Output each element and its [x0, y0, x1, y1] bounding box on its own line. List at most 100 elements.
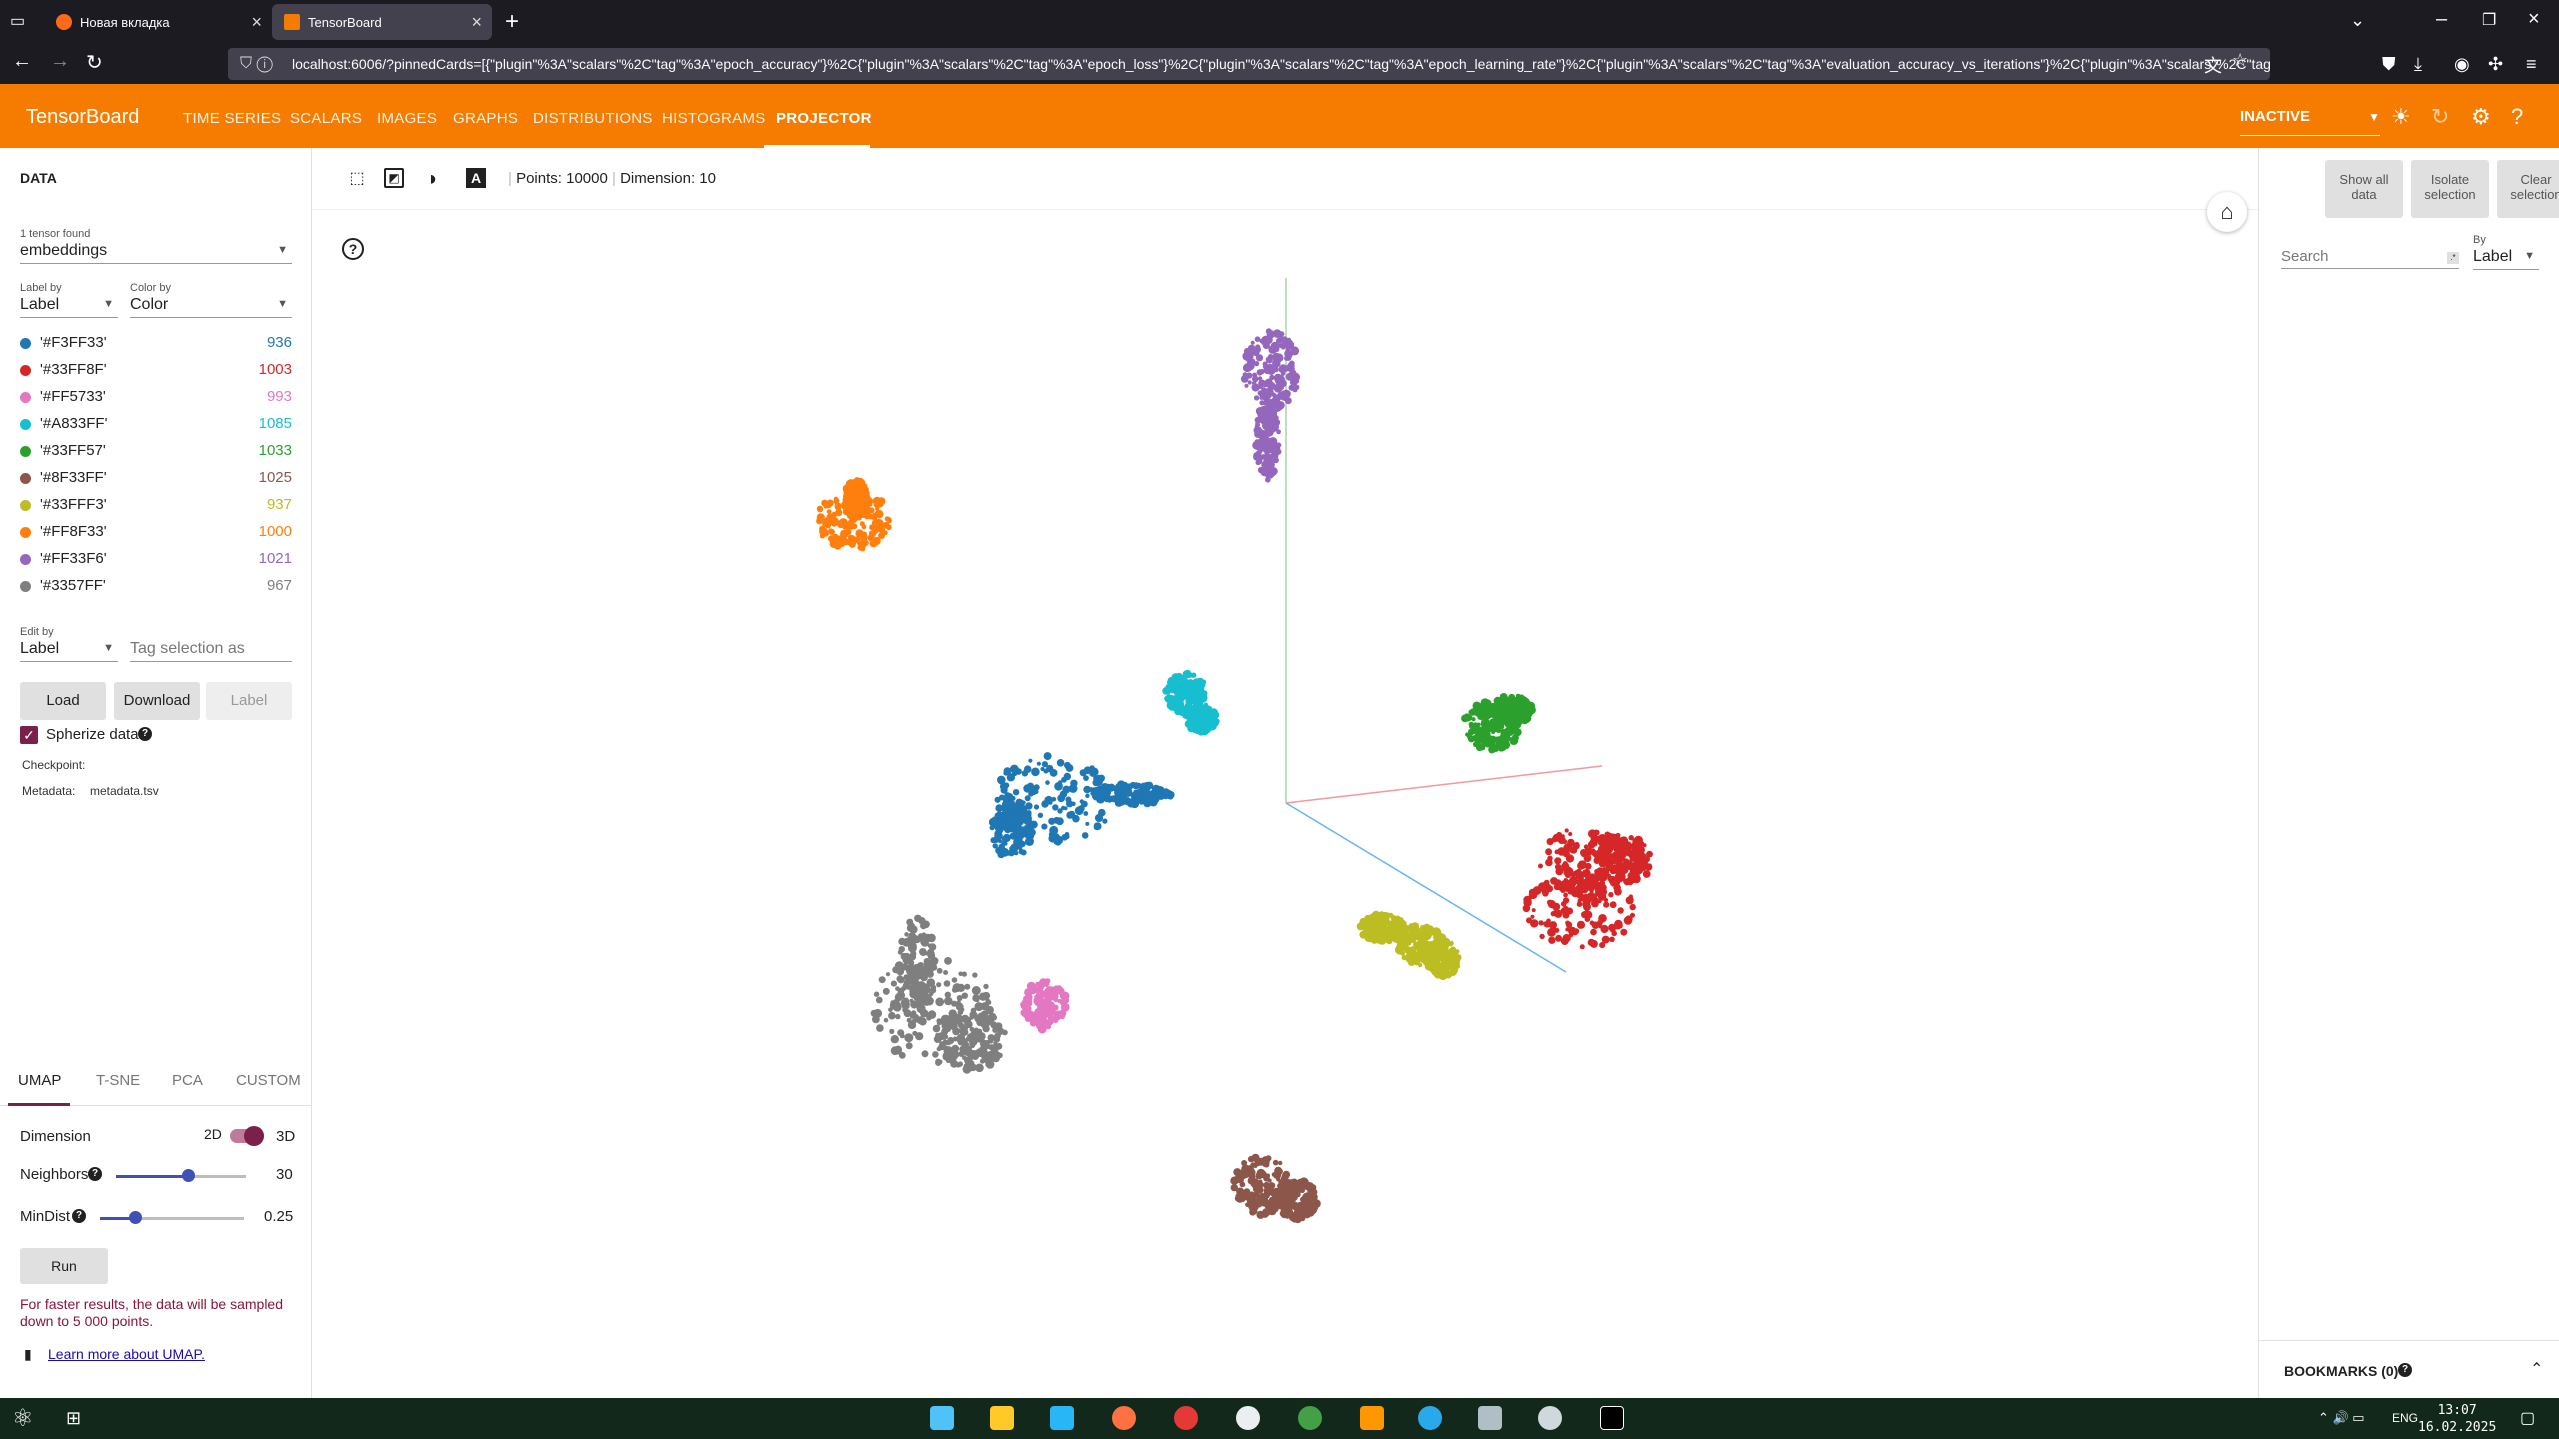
label-legend-row[interactable]: '#FF5733' 993 [20, 386, 292, 408]
system-clock[interactable]: 13:07 16.02.2025 [2418, 1402, 2496, 1436]
gear-icon[interactable]: ⚙ [2471, 104, 2491, 130]
theme-icon[interactable]: ☀ [2391, 104, 2411, 130]
label-legend-row[interactable]: '#F3FF33' 936 [20, 332, 292, 354]
restore-button[interactable]: ❐ [2482, 10, 2496, 30]
app-logo[interactable]: TensorBoard [26, 106, 139, 129]
extensions-icon[interactable]: ✣ [2488, 54, 2503, 75]
chevron-up-icon[interactable]: ⌃ [2530, 1359, 2543, 1379]
dimension-toggle[interactable] [230, 1126, 264, 1146]
point [1613, 879, 1621, 886]
isolate-selection-button[interactable]: Isolate selection [2411, 160, 2489, 218]
translate-icon[interactable]: 文 [2204, 52, 2222, 78]
url-bar[interactable]: ⛉ ⓘ localhost:6006/?pinnedCards=[{"plugi… [228, 48, 2270, 80]
terminal-app-icon[interactable] [1478, 1406, 1502, 1430]
close-tab-icon[interactable]: × [251, 12, 262, 33]
show-all-data-button[interactable]: Show all data [2325, 160, 2403, 218]
bookmark-star-icon[interactable]: ☆ [2232, 50, 2248, 71]
label-legend-row[interactable]: '#FF33F6' 1021 [20, 548, 292, 570]
label-legend-row[interactable]: '#FF8F33' 1000 [20, 521, 292, 543]
minimize-button[interactable]: – [2436, 8, 2447, 31]
label-legend-row[interactable]: '#33FF57' 1033 [20, 440, 292, 462]
console-icon[interactable] [1600, 1406, 1624, 1430]
tab-projector[interactable]: PROJECTOR [776, 110, 872, 127]
tab-umap[interactable]: UMAP [18, 1072, 61, 1089]
neighbors-slider-knob[interactable] [182, 1169, 195, 1182]
help-icon[interactable]: ? [2511, 104, 2523, 130]
regex-icon[interactable]: .* [2447, 252, 2459, 264]
home-button[interactable]: ⌂ [2207, 192, 2247, 232]
close-tab-icon[interactable]: × [471, 12, 482, 33]
language-indicator[interactable]: ENG [2392, 1411, 2418, 1425]
tab-histograms[interactable]: HISTOGRAMS [662, 110, 766, 127]
plugin-select[interactable]: INACTIVE ▼ [2240, 108, 2380, 136]
search-input[interactable]: Search [2281, 248, 2459, 269]
chevron-down-icon[interactable]: ⌄ [2350, 10, 2365, 31]
calculator-icon[interactable] [930, 1406, 954, 1430]
tray-icons[interactable]: ⌃ 🔊 ▭ [2318, 1410, 2365, 1426]
vlc-icon[interactable] [1360, 1406, 1384, 1430]
start-icon[interactable]: ⚛ [12, 1404, 34, 1433]
night-mode-icon[interactable]: ◩ [384, 168, 404, 188]
mindist-slider-knob[interactable] [129, 1211, 142, 1224]
label-legend-row[interactable]: '#8F33FF' 1025 [20, 467, 292, 489]
refresh-icon[interactable]: ↻ [2431, 104, 2449, 130]
app-icon[interactable] [1538, 1406, 1562, 1430]
telegram-icon[interactable] [1418, 1406, 1442, 1430]
learn-umap-link[interactable]: Learn more about UMAP. [48, 1346, 205, 1362]
spherize-checkbox[interactable]: ✓ [20, 726, 38, 744]
run-button[interactable]: Run [20, 1248, 108, 1284]
color-by-select[interactable]: Color ▼ [130, 296, 292, 318]
tab-distributions[interactable]: DISTRIBUTIONS [533, 110, 653, 127]
clear-selection-button[interactable]: Clear selection [2497, 160, 2559, 218]
select-rectangle-icon[interactable]: ⬚ [346, 168, 368, 190]
search-by-select[interactable]: Label ▼ [2473, 248, 2539, 270]
moon-icon[interactable]: ◗ [422, 168, 444, 190]
tab-tsne[interactable]: T-SNE [96, 1072, 140, 1089]
browser-tab-tensorboard[interactable]: TensorBoard × [272, 4, 492, 40]
label-legend-row[interactable]: '#33FFF3' 937 [20, 494, 292, 516]
edit-by-select[interactable]: Label ▼ [20, 640, 118, 662]
clock-app-icon[interactable] [1236, 1406, 1260, 1430]
chrome-icon[interactable] [1174, 1406, 1198, 1430]
bookmarks-bar[interactable]: BOOKMARKS (0) ? ⌃ [2258, 1340, 2559, 1398]
pocket-icon[interactable]: ⛊ [2382, 54, 2396, 75]
label-legend-row[interactable]: '#33FF8F' 1003 [20, 359, 292, 381]
load-button[interactable]: Load [20, 682, 106, 720]
tab-pca[interactable]: PCA [172, 1072, 203, 1089]
chrome-alt-icon[interactable] [1298, 1406, 1322, 1430]
new-tab-button[interactable]: + [505, 8, 519, 36]
download-button[interactable]: Download [114, 682, 200, 720]
help-icon[interactable]: ? [88, 1167, 102, 1181]
tab-time-series[interactable]: TIME SERIES [183, 110, 281, 127]
firefox-icon[interactable] [1112, 1406, 1136, 1430]
help-icon[interactable]: ? [342, 238, 364, 260]
browser-tab-new[interactable]: Новая вкладка × [44, 4, 272, 40]
task-view-icon[interactable]: ⊞ [66, 1408, 81, 1429]
app-icon[interactable] [1050, 1406, 1074, 1430]
account-icon[interactable]: ◉ [2454, 54, 2470, 75]
back-icon[interactable]: ← [12, 50, 32, 73]
tab-custom[interactable]: CUSTOM [236, 1072, 301, 1089]
tag-selection-input[interactable]: Tag selection as [130, 640, 292, 662]
notification-icon[interactable]: ▢ [2520, 1408, 2535, 1428]
reload-icon[interactable]: ↻ [86, 50, 103, 75]
tab-images[interactable]: IMAGES [377, 110, 437, 127]
help-icon[interactable]: ? [72, 1209, 86, 1223]
help-icon[interactable]: ? [138, 727, 152, 741]
download-icon[interactable]: ⤓ [2414, 54, 2422, 75]
label-legend-row[interactable]: '#A833FF' 1085 [20, 413, 292, 435]
label-button[interactable]: Label [206, 682, 292, 720]
tab-graphs[interactable]: GRAPHS [453, 110, 518, 127]
menu-icon[interactable]: ≡ [2526, 54, 2537, 75]
close-window-button[interactable]: × [2528, 8, 2540, 31]
file-manager-icon[interactable] [990, 1406, 1014, 1430]
label-text-icon[interactable]: A [466, 168, 486, 188]
tab-scalars[interactable]: SCALARS [290, 110, 362, 127]
forward-icon[interactable]: → [50, 50, 70, 73]
tensor-select[interactable]: embeddings ▼ [20, 242, 292, 264]
label-by-select[interactable]: Label ▼ [20, 296, 118, 318]
help-icon[interactable]: ? [2398, 1363, 2412, 1377]
embedding-scatter-3d[interactable] [312, 210, 2258, 1398]
label-legend-row[interactable]: '#3357FF' 967 [20, 575, 292, 597]
tab-list-icon[interactable]: ▭ [10, 11, 25, 31]
